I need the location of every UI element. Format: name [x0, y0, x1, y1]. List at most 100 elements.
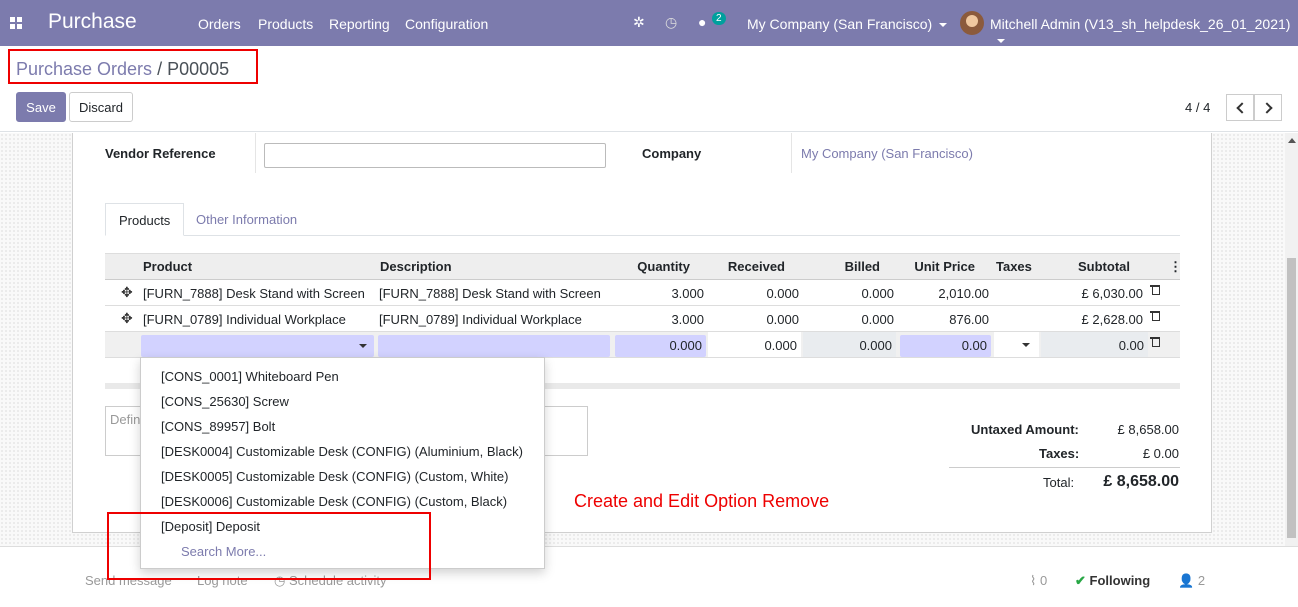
chevron-down-icon: [997, 39, 1005, 44]
quantity-input[interactable]: 0.000: [615, 335, 706, 357]
highlight-box-breadcrumb: [8, 49, 258, 84]
vendor-reference-input[interactable]: [264, 143, 606, 168]
app-name[interactable]: Purchase: [48, 10, 137, 34]
annotation-text: Create and Edit Option Remove: [574, 491, 830, 511]
chat-counter-badge: 2: [712, 12, 726, 25]
chevron-down-icon[interactable]: [1022, 343, 1030, 347]
vendor-reference-label: Vendor Reference: [105, 146, 216, 161]
company-value-link[interactable]: My Company (San Francisco): [801, 146, 973, 161]
chevron-left-icon: [1235, 101, 1248, 114]
chevron-down-icon: [939, 23, 948, 28]
user-menu[interactable]: Mitchell Admin (V13_sh_helpdesk_26_01_20…: [990, 16, 1298, 48]
chat-icon[interactable]: ●: [698, 14, 706, 30]
line-product: [FURN_0789] Individual Workplace: [143, 312, 346, 327]
top-navbar: Purchase Orders Products Reporting Confi…: [0, 0, 1298, 46]
check-icon: ✔: [1075, 573, 1086, 588]
total-value: £ 8,658.00: [1103, 473, 1179, 490]
totals-divider: [949, 467, 1180, 468]
trash-icon[interactable]: [1150, 283, 1160, 295]
menu-products[interactable]: Products: [258, 16, 313, 32]
column-product[interactable]: Product: [143, 259, 192, 274]
notes-placeholder: Defin: [110, 412, 141, 427]
field-divider: [255, 133, 256, 173]
line-description: [FURN_0789] Individual Workplace: [379, 312, 582, 327]
user-avatar[interactable]: [960, 11, 984, 35]
unit-price-input[interactable]: 0.00: [900, 335, 991, 357]
dropdown-option[interactable]: [DESK0005] Customizable Desk (CONFIG) (C…: [161, 469, 508, 484]
column-subtotal[interactable]: Subtotal: [1040, 259, 1130, 274]
user-name: Mitchell Admin (V13_sh_helpdesk_26_01_20…: [990, 16, 1291, 32]
chevron-right-icon: [1260, 101, 1273, 114]
taxes-select[interactable]: [994, 332, 1039, 357]
following-button[interactable]: ✔ Following: [1075, 573, 1150, 589]
scroll-up-icon[interactable]: [1288, 138, 1296, 143]
line-quantity: 3.000: [671, 312, 704, 327]
column-taxes[interactable]: Taxes: [996, 259, 1032, 274]
menu-configuration[interactable]: Configuration: [405, 16, 488, 32]
column-received[interactable]: Received: [708, 259, 785, 274]
edit-billed-value: 0.000: [859, 338, 892, 353]
line-billed: 0.000: [861, 286, 894, 301]
activity-clock-icon[interactable]: ◷: [665, 14, 677, 31]
line-quantity: 3.000: [671, 286, 704, 301]
tab-other-information[interactable]: Other Information: [183, 203, 310, 236]
pager-value[interactable]: 4 / 4: [1185, 100, 1210, 115]
trash-icon[interactable]: [1150, 309, 1160, 321]
dropdown-option[interactable]: [CONS_89957] Bolt: [161, 419, 275, 434]
table-row[interactable]: ✥ [FURN_7888] Desk Stand with Screen [FU…: [105, 280, 1180, 306]
line-billed: 0.000: [861, 312, 894, 327]
column-description[interactable]: Description: [380, 259, 452, 274]
menu-reporting[interactable]: Reporting: [329, 16, 390, 32]
drag-handle-icon[interactable]: ✥: [121, 284, 133, 301]
optional-columns-icon[interactable]: ⋮: [1169, 259, 1182, 275]
untaxed-amount-value: £ 8,658.00: [1117, 422, 1179, 437]
taxes-label: Taxes:: [1039, 446, 1080, 461]
edit-received-value: 0.000: [764, 338, 797, 353]
followers-count: 2: [1197, 573, 1206, 588]
line-product: [FURN_7888] Desk Stand with Screen: [143, 286, 365, 301]
description-input[interactable]: [378, 335, 610, 357]
pager-next-button[interactable]: [1254, 94, 1282, 121]
attachment-count: 0: [1039, 573, 1048, 588]
table-row-editing[interactable]: 0.000 0.000 0.000 0.00 0.00: [105, 332, 1180, 358]
debug-icon[interactable]: ✲: [633, 14, 645, 31]
trash-icon[interactable]: [1150, 335, 1160, 347]
dropdown-option[interactable]: [CONS_0001] Whiteboard Pen: [161, 369, 339, 384]
line-subtotal: £ 2,628.00: [1081, 312, 1143, 327]
company-label: Company: [642, 146, 702, 161]
column-unit-price[interactable]: Unit Price: [898, 259, 975, 274]
discard-button[interactable]: Discard: [69, 92, 133, 122]
company-name: My Company (San Francisco): [747, 16, 933, 32]
tab-products[interactable]: Products: [105, 203, 185, 236]
order-lines-header: Product Description Quantity Received Bi…: [105, 253, 1182, 280]
followers-button[interactable]: 👤 2: [1178, 573, 1205, 589]
table-row[interactable]: ✥ [FURN_0789] Individual Workplace [FURN…: [105, 306, 1180, 332]
apps-menu-icon[interactable]: [10, 17, 22, 29]
dropdown-option[interactable]: [CONS_25630] Screw: [161, 394, 289, 409]
chevron-down-icon[interactable]: [359, 344, 367, 348]
control-panel: Purchase Orders / P00005 Save Discard 4 …: [0, 46, 1298, 132]
column-billed[interactable]: Billed: [803, 259, 880, 274]
attachments-button[interactable]: ⌇ 0: [1030, 573, 1047, 589]
paperclip-icon: ⌇: [1030, 573, 1037, 588]
company-switcher[interactable]: My Company (San Francisco): [747, 16, 948, 32]
edit-unit-price-value: 0.00: [961, 338, 987, 353]
pager-previous-button[interactable]: [1226, 94, 1254, 121]
untaxed-amount-label: Untaxed Amount:: [971, 422, 1079, 437]
save-button[interactable]: Save: [16, 92, 66, 122]
subtotal-readonly: 0.00: [1041, 332, 1148, 357]
line-description: [FURN_7888] Desk Stand with Screen: [379, 286, 601, 301]
highlight-box-dropdown: [107, 512, 431, 580]
menu-orders[interactable]: Orders: [198, 16, 241, 32]
dropdown-option[interactable]: [DESK0006] Customizable Desk (CONFIG) (C…: [161, 494, 507, 509]
line-unit-price: 876.00: [949, 312, 989, 327]
billed-readonly: 0.000: [803, 332, 896, 357]
drag-handle-icon[interactable]: ✥: [121, 310, 133, 327]
scrollbar-thumb[interactable]: [1287, 258, 1296, 538]
product-select-input[interactable]: [141, 335, 374, 357]
column-quantity[interactable]: Quantity: [613, 259, 690, 274]
dropdown-option[interactable]: [DESK0004] Customizable Desk (CONFIG) (A…: [161, 444, 523, 459]
line-received: 0.000: [766, 286, 799, 301]
notebook-tabs: Products Other Information: [105, 203, 1180, 236]
scrollbar[interactable]: [1285, 133, 1298, 546]
